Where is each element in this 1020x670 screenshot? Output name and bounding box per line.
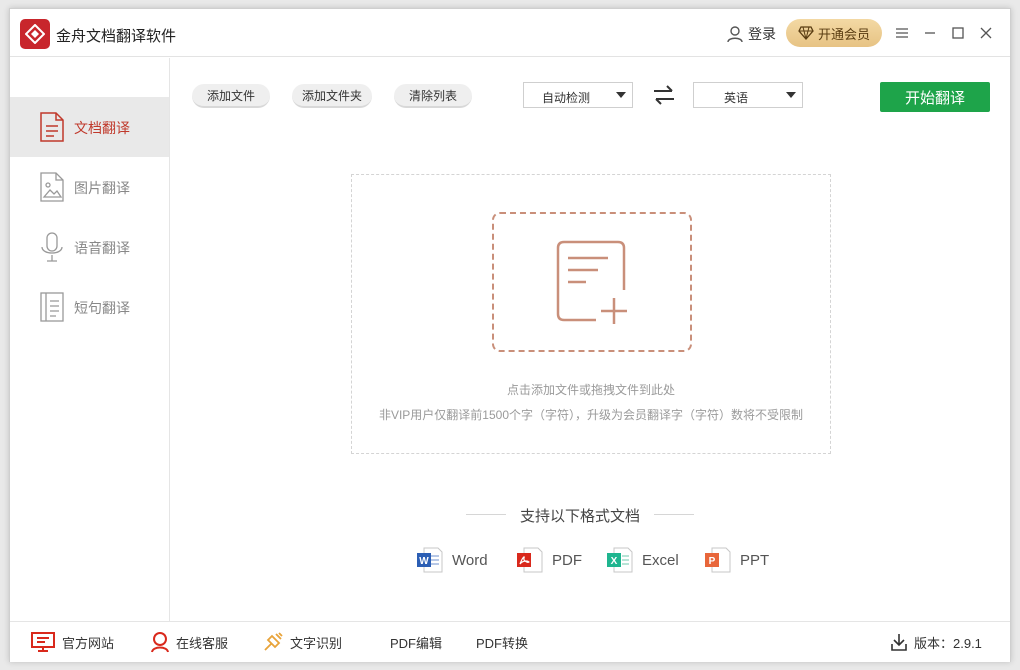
pdf-convert-label: PDF转换 [476, 635, 529, 651]
add-folder-button[interactable]: 添加文件夹 [292, 84, 372, 108]
sidebar: 文档翻译 图片翻译 语音翻译 短句翻译 [10, 58, 170, 621]
file-drop-zone[interactable]: 点击添加文件或拖拽文件到此处 非VIP用户仅翻译前1500个字（字符），升级为会… [351, 174, 831, 454]
sidebar-item-document-translate[interactable]: 文档翻译 [10, 97, 169, 157]
sidebar-item-voice-translate[interactable]: 语音翻译 [10, 217, 169, 277]
format-word: W Word [416, 545, 488, 575]
vip-label: 开通会员 [817, 26, 870, 42]
version-info: 版本：2.9.1 [890, 631, 982, 653]
excel-icon: X [607, 547, 633, 573]
diamond-icon [798, 26, 814, 40]
source-language-select[interactable]: 自动检测 [523, 82, 633, 108]
start-translate-button[interactable]: 开始翻译 [880, 82, 990, 112]
user-icon [727, 26, 743, 43]
swap-languages-button[interactable] [650, 83, 678, 107]
online-support-link[interactable]: 在线客服 [150, 631, 228, 653]
drop-hint-text: 点击添加文件或拖拽文件到此处 [506, 383, 675, 397]
format-excel: X Excel [606, 545, 679, 575]
dropdown-arrow-icon [616, 92, 626, 98]
svg-text:X: X [611, 556, 618, 567]
app-title: 金舟文档翻译软件 [56, 28, 177, 45]
maximize-button[interactable] [948, 23, 968, 43]
official-website-link[interactable]: 官方网站 [30, 631, 114, 653]
monitor-icon [31, 632, 55, 652]
clear-list-button[interactable]: 清除列表 [394, 84, 472, 108]
maximize-icon [952, 27, 964, 39]
swap-arrows-icon [654, 85, 674, 105]
format-name: PPT [740, 551, 770, 569]
sidebar-item-label: 文档翻译 [74, 120, 130, 136]
microphone-icon [41, 232, 63, 262]
official-website-label: 官方网站 [62, 635, 115, 651]
login-label: 登录 [748, 26, 776, 42]
ocr-icon [264, 632, 283, 651]
word-icon: W [417, 547, 443, 573]
text-lines-icon [40, 292, 64, 322]
svg-text:P: P [709, 556, 716, 567]
sidebar-item-image-translate[interactable]: 图片翻译 [10, 157, 169, 217]
sidebar-item-sentence-translate[interactable]: 短句翻译 [10, 277, 169, 337]
formats-heading: 支持以下格式文档 [466, 503, 694, 525]
pdf-convert-link[interactable]: PDF转换 [476, 631, 528, 653]
target-language-select[interactable]: 英语 [693, 82, 803, 108]
app-window: 金舟文档翻译软件 登录 开通会员 文档翻译 图片翻译 语音翻译 短句翻译 添加文… [9, 8, 1011, 662]
menu-icon [896, 28, 908, 38]
vip-limit-note: 非VIP用户仅翻译前1500个字（字符），升级为会员翻译字（字符）数将不受限制 [378, 408, 804, 422]
customer-service-icon [151, 632, 169, 653]
close-button[interactable] [976, 23, 996, 43]
bottom-bar: 官方网站 在线客服 文字识别 PDF编辑 PDF转换 版本：2.9.1 [10, 621, 1010, 662]
sidebar-item-label: 短句翻译 [74, 300, 130, 316]
format-name: Excel [642, 551, 679, 569]
pdf-edit-link[interactable]: PDF编辑 [390, 631, 442, 653]
download-icon [891, 634, 907, 651]
add-file-area[interactable] [492, 212, 692, 352]
version-label: 版本：2.9.1 [914, 635, 982, 651]
minimize-icon [925, 32, 935, 34]
menu-button[interactable] [892, 23, 912, 43]
image-icon [40, 172, 64, 202]
ocr-link[interactable]: 文字识别 [262, 631, 342, 653]
sidebar-item-label: 图片翻译 [74, 180, 130, 196]
minimize-button[interactable] [920, 23, 940, 43]
vip-button[interactable]: 开通会员 [786, 19, 882, 47]
format-name: PDF [552, 551, 582, 569]
title-bar: 金舟文档翻译软件 登录 开通会员 [10, 9, 1010, 57]
format-ppt: P PPT [704, 545, 769, 575]
document-icon [40, 112, 64, 142]
format-pdf: PDF [516, 545, 582, 575]
add-file-button[interactable]: 添加文件 [192, 84, 270, 108]
ppt-icon: P [705, 547, 731, 573]
add-document-icon [556, 240, 627, 324]
svg-text:W: W [419, 556, 429, 567]
divider [654, 514, 694, 515]
sidebar-item-label: 语音翻译 [74, 240, 130, 256]
dropdown-arrow-icon [786, 92, 796, 98]
close-icon [980, 27, 992, 39]
ocr-label: 文字识别 [290, 635, 343, 651]
formats-title: 支持以下格式文档 [519, 508, 640, 525]
format-name: Word [452, 551, 488, 569]
pdf-icon [517, 547, 543, 573]
pdf-edit-label: PDF编辑 [390, 635, 443, 651]
app-logo-icon [20, 19, 50, 49]
online-support-label: 在线客服 [176, 635, 229, 651]
target-language-value: 英语 [723, 91, 748, 105]
source-language-value: 自动检测 [541, 91, 590, 105]
login-button[interactable]: 登录 [726, 23, 776, 45]
